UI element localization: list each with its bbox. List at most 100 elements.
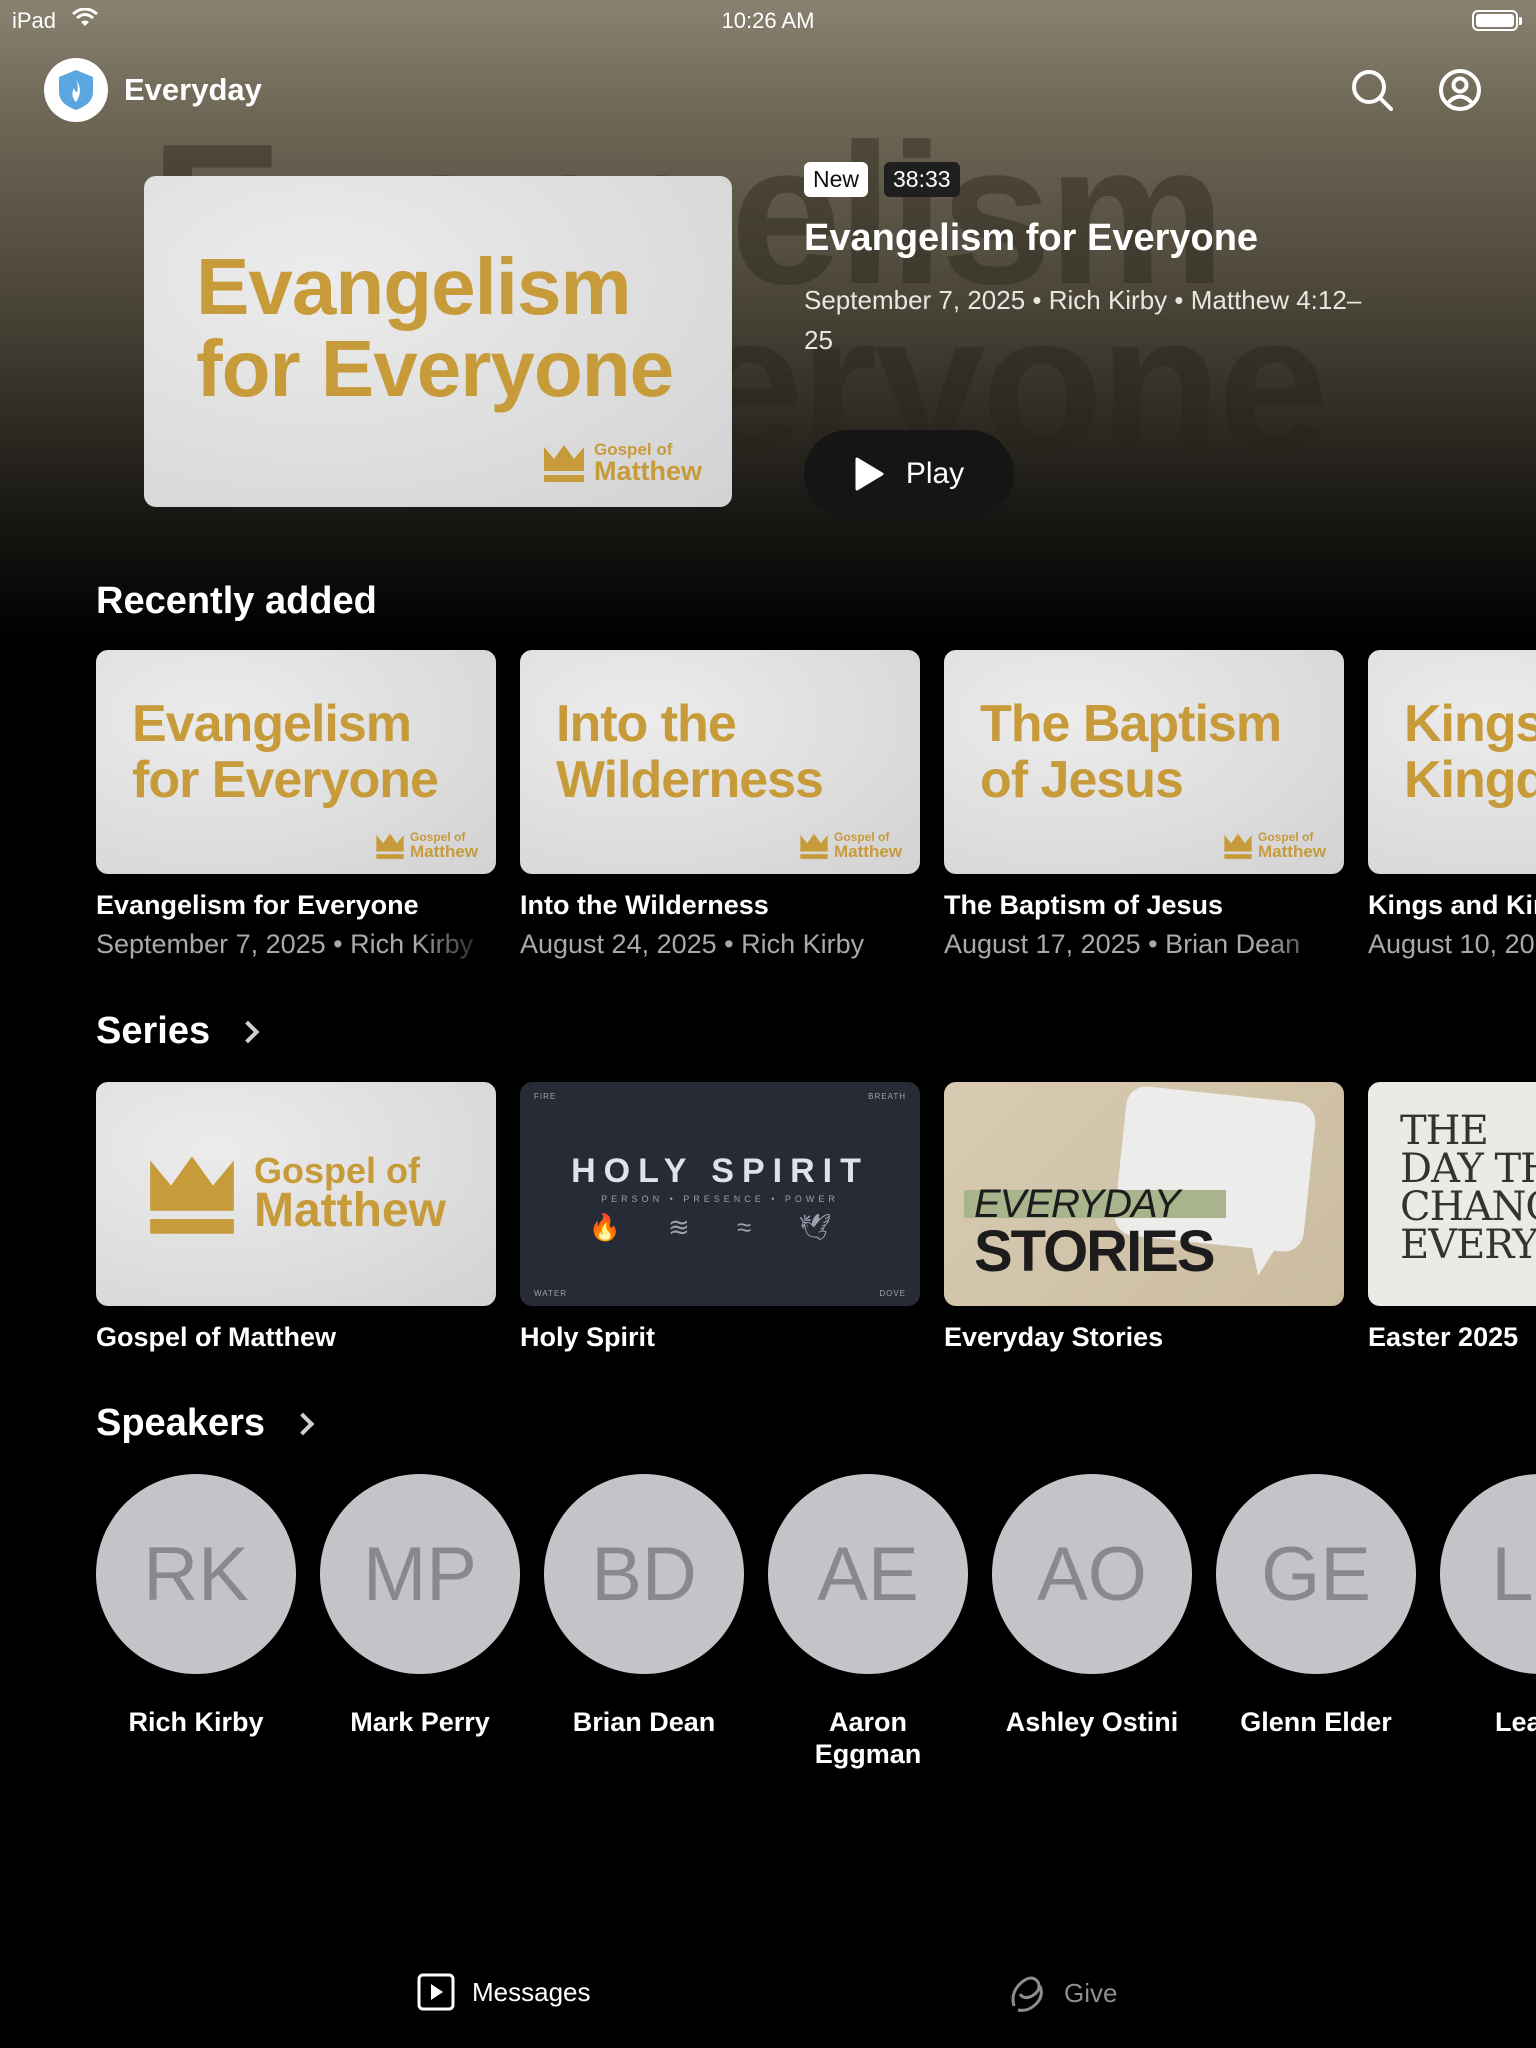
art-title: Into the Wilderness bbox=[556, 695, 824, 809]
avatar: AO bbox=[992, 1474, 1192, 1674]
speaker-item[interactable]: MP Mark Perry bbox=[320, 1474, 520, 1738]
speaker-name: Aaron Eggman bbox=[814, 1707, 922, 1769]
art-title: HOLY SPIRIT bbox=[571, 1152, 869, 1190]
series-card[interactable]: THE DAY THAT CHANGED EVERYTHING Easter 2… bbox=[1368, 1082, 1536, 1353]
speaker-item[interactable]: BD Brian Dean bbox=[544, 1474, 744, 1738]
corner-label: BREATH bbox=[868, 1092, 906, 1101]
badge-big-text: Matthew bbox=[594, 456, 702, 486]
speakers-row[interactable]: RK Rich Kirby MP Mark Perry BD Brian Dea… bbox=[96, 1474, 1536, 1774]
series-badge: Gospel of Matthew bbox=[1223, 831, 1326, 860]
message-artwork: Evangelism for Everyone Gospel of Matthew bbox=[96, 650, 496, 874]
message-title: Into the Wilderness bbox=[520, 890, 769, 920]
speaker-name: Mark Perry bbox=[350, 1707, 490, 1737]
series-artwork: FIRE BREATH WATER DOVE HOLY SPIRIT PERSO… bbox=[520, 1082, 920, 1306]
badge-big-text: Matthew bbox=[834, 842, 902, 861]
art-big-text: Matthew bbox=[254, 1184, 446, 1238]
play-square-icon bbox=[417, 1973, 455, 2011]
speaker-name: Glenn Elder bbox=[1240, 1707, 1392, 1737]
series-card[interactable]: EVERYDAY STORIES Everyday Stories bbox=[944, 1082, 1344, 1353]
avatar: RK bbox=[96, 1474, 296, 1674]
tab-messages[interactable]: Messages bbox=[416, 1972, 591, 2012]
art-title: Evangelism for Everyone bbox=[132, 695, 439, 809]
message-artwork: Into the Wilderness Gospel of Matthew bbox=[520, 650, 920, 874]
play-button[interactable]: Play bbox=[804, 430, 1014, 518]
hero-info: New 38:33 Evangelism for Everyone Septem… bbox=[804, 162, 1364, 360]
series-title: Everyday Stories bbox=[944, 1322, 1164, 1352]
art-title: Kings and Kingdoms bbox=[1404, 695, 1536, 809]
series-artwork: Gospel of Matthew bbox=[96, 1082, 496, 1306]
series-badge: Gospel of Matthew bbox=[542, 441, 702, 485]
crown-icon bbox=[150, 1156, 234, 1234]
crown-icon bbox=[544, 445, 584, 482]
art-subtitle: PERSON • PRESENCE • POWER bbox=[601, 1194, 839, 1204]
series-badge: Gospel of Matthew bbox=[375, 831, 478, 860]
give-icon bbox=[1011, 1976, 1043, 2012]
message-title: Evangelism for Everyone bbox=[96, 890, 419, 920]
speakers-heading[interactable]: Speakers bbox=[96, 1402, 315, 1445]
section-title-text: Recently added bbox=[96, 580, 377, 622]
corner-label: FIRE bbox=[534, 1092, 557, 1101]
hero-art-title: Evangelism for Everyone bbox=[196, 242, 674, 413]
speaker-name: Leah H bbox=[1494, 1707, 1536, 1737]
avatar: LH bbox=[1440, 1474, 1536, 1674]
tab-label: Messages bbox=[472, 1976, 591, 2007]
tab-label: Give bbox=[1064, 1977, 1118, 2008]
new-badge: New bbox=[804, 162, 869, 197]
battery-icon bbox=[1472, 10, 1522, 31]
speaker-item[interactable]: RK Rich Kirby bbox=[96, 1474, 296, 1738]
hero-meta: September 7, 2025 • Rich Kirby • Matthew… bbox=[804, 285, 1362, 355]
hero-artwork[interactable]: Evangelism for Everyone Gospel of Matthe… bbox=[144, 176, 732, 507]
speaker-item[interactable]: GE Glenn Elder bbox=[1216, 1474, 1416, 1738]
badge-big-text: Matthew bbox=[410, 842, 478, 861]
section-title-text: Series bbox=[96, 1010, 211, 1052]
series-row[interactable]: Gospel of Matthew Gospel of Matthew FIRE… bbox=[96, 1082, 1536, 1362]
message-card[interactable]: The Baptism of Jesus Gospel of Matthew Th… bbox=[944, 650, 1344, 960]
art-line-2: STORIES bbox=[974, 1219, 1216, 1284]
series-title: Easter 2025 bbox=[1368, 1322, 1519, 1352]
speaker-item[interactable]: AE Aaron Eggman bbox=[768, 1474, 968, 1770]
play-label: Play bbox=[905, 457, 965, 490]
tab-give[interactable]: Give bbox=[1006, 1972, 1117, 2014]
message-meta: August 17, 2025 • Brian Dean bbox=[944, 929, 1301, 959]
series-card[interactable]: FIRE BREATH WATER DOVE HOLY SPIRIT PERSO… bbox=[520, 1082, 920, 1353]
message-meta: August 10, 2025 bbox=[1368, 929, 1536, 959]
crown-icon bbox=[376, 833, 404, 859]
crown-icon bbox=[800, 833, 828, 859]
holy-spirit-icons: 🔥 ≋ ≈ 🕊 bbox=[588, 1212, 852, 1242]
crown-icon bbox=[1224, 833, 1252, 859]
corner-label: DOVE bbox=[879, 1289, 906, 1298]
message-card[interactable]: Evangelism for Everyone Gospel of Matthew… bbox=[96, 650, 496, 960]
duration-badge: 38:33 bbox=[884, 162, 960, 197]
avatar: BD bbox=[544, 1474, 744, 1674]
play-icon bbox=[855, 457, 884, 491]
speaker-name: Ashley Ostini bbox=[1005, 1707, 1179, 1737]
chevron-right-icon[interactable] bbox=[291, 1412, 315, 1435]
app-logo[interactable] bbox=[44, 58, 108, 122]
chevron-right-icon[interactable] bbox=[236, 1020, 260, 1043]
search-icon[interactable] bbox=[1348, 66, 1396, 114]
clock: 10:26 AM bbox=[721, 8, 815, 33]
message-card[interactable]: Into the Wilderness Gospel of Matthew Int… bbox=[520, 650, 920, 960]
series-title: Gospel of Matthew bbox=[96, 1322, 337, 1352]
art-small-text: Gospel of bbox=[254, 1150, 421, 1192]
message-title: Kings and Kingdoms bbox=[1368, 890, 1536, 920]
speaker-item[interactable]: AO Ashley Ostini bbox=[992, 1474, 1192, 1738]
speaker-name: Brian Dean bbox=[572, 1707, 716, 1737]
art-text: THE DAY THAT CHANGED EVERYTHING bbox=[1400, 1108, 1536, 1268]
series-artwork: THE DAY THAT CHANGED EVERYTHING bbox=[1368, 1082, 1536, 1306]
shield-icon bbox=[59, 70, 93, 110]
recently-added-row[interactable]: Evangelism for Everyone Gospel of Matthew… bbox=[96, 650, 1536, 980]
corner-label: WATER bbox=[534, 1289, 567, 1298]
art-title: The Baptism of Jesus bbox=[980, 695, 1282, 809]
recently-added-heading: Recently added bbox=[96, 580, 377, 623]
status-bar: iPad 10:26 AM bbox=[0, 0, 1536, 40]
speaker-item[interactable]: LH Leah H bbox=[1440, 1474, 1536, 1738]
message-artwork: Kings and Kingdoms bbox=[1368, 650, 1536, 874]
profile-icon[interactable] bbox=[1436, 66, 1484, 114]
tab-bar: Messages Give bbox=[0, 1948, 1536, 2048]
series-title: Holy Spirit bbox=[520, 1322, 656, 1352]
series-card[interactable]: Gospel of Matthew Gospel of Matthew bbox=[96, 1082, 496, 1353]
message-card[interactable]: Kings and Kingdoms Kings and Kingdoms Au… bbox=[1368, 650, 1536, 960]
speech-bubble-tail bbox=[1240, 1229, 1284, 1279]
series-heading[interactable]: Series bbox=[96, 1010, 260, 1053]
